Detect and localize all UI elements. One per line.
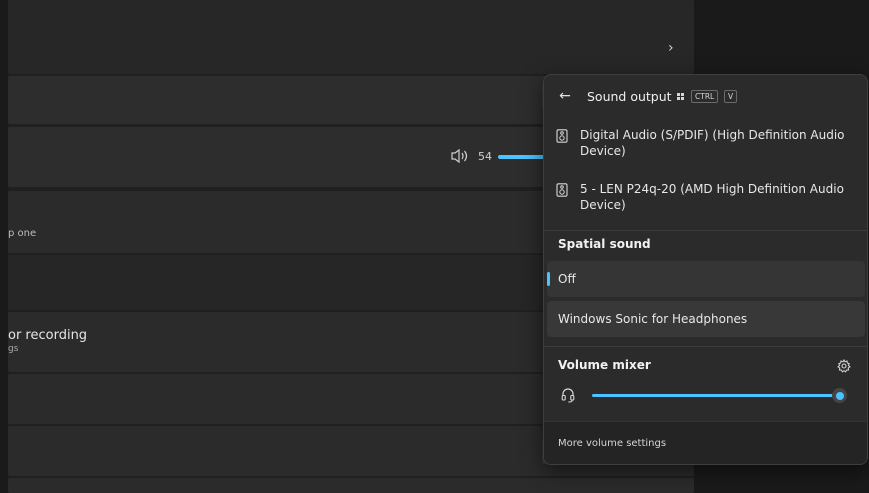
chevron-right-icon[interactable]: › (668, 40, 674, 56)
sound-output-flyout: ← Sound output CTRL V Digital Audio (S/P… (543, 74, 868, 465)
gear-icon[interactable] (837, 359, 851, 373)
hotkey-v: V (724, 90, 738, 103)
windows-key-icon (674, 90, 686, 103)
option-label: Windows Sonic for Headphones (558, 312, 748, 326)
recording-title: or recording (8, 328, 88, 343)
volume-value: 54 (478, 150, 492, 163)
settings-row[interactable] (8, 478, 694, 493)
option-label: Off (558, 272, 576, 286)
flyout-footer: More volume settings (544, 421, 867, 464)
spatial-sound-title: Spatial sound (558, 237, 651, 251)
divider (544, 346, 867, 347)
selected-indicator (547, 272, 550, 286)
settings-header-row[interactable]: › (8, 0, 694, 74)
divider (544, 230, 867, 231)
spatial-option-off[interactable]: Off (547, 261, 865, 297)
volume-mixer-slider-thumb[interactable] (832, 388, 847, 403)
spatial-option-windows-sonic[interactable]: Windows Sonic for Headphones (547, 301, 865, 337)
volume-icon[interactable] (450, 148, 470, 164)
volume-mixer-slider-track[interactable] (592, 394, 839, 397)
hotkey-ctrl: CTRL (691, 90, 719, 103)
recording-subtitle: gs (8, 344, 19, 354)
mono-audio-subtitle: p one (8, 228, 37, 239)
volume-mixer-title: Volume mixer (558, 358, 651, 372)
speaker-device-icon (556, 129, 568, 143)
headset-icon[interactable] (561, 387, 575, 403)
more-volume-settings-link[interactable]: More volume settings (558, 438, 666, 449)
back-arrow-icon[interactable]: ← (556, 87, 574, 105)
speaker-device-icon (556, 183, 568, 197)
device-label: Digital Audio (S/PDIF) (High Definition … (580, 128, 845, 158)
device-item-len-p24q[interactable]: 5 - LEN P24q-20 (AMD High Definition Aud… (556, 181, 856, 213)
device-item-digital-audio[interactable]: Digital Audio (S/PDIF) (High Definition … (556, 127, 856, 159)
device-label: 5 - LEN P24q-20 (AMD High Definition Aud… (580, 182, 844, 212)
flyout-header: ← Sound output CTRL V (544, 75, 867, 117)
flyout-title: Sound output (587, 89, 672, 104)
